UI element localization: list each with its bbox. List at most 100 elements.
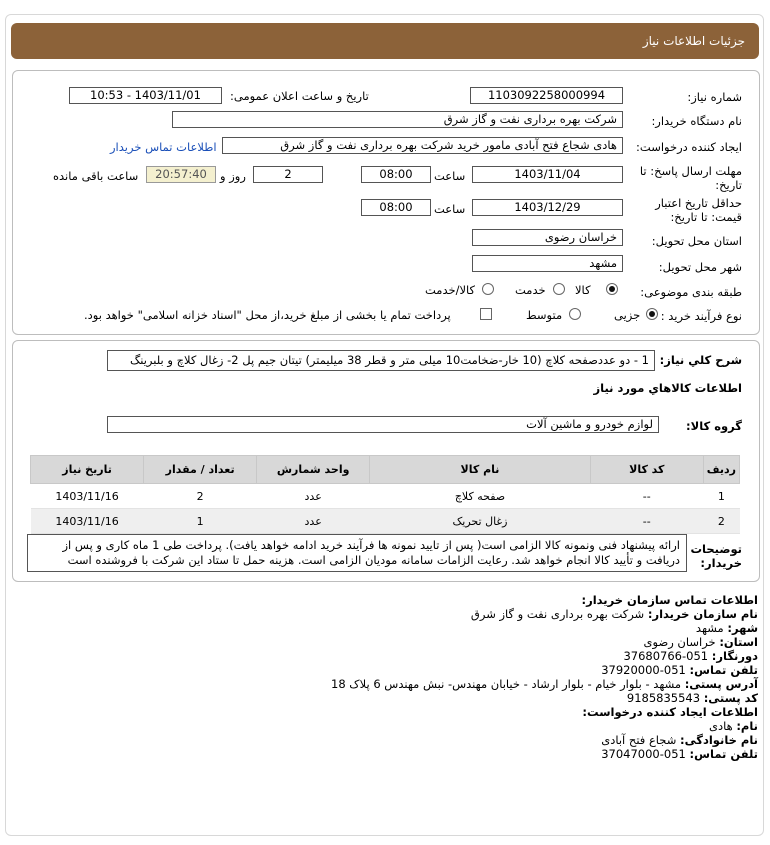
need-number-field: 1103092258000994 xyxy=(470,87,623,104)
need-number-label: شماره نیاز: xyxy=(687,90,742,104)
col-date-header: تاریخ نیاز xyxy=(29,455,145,484)
org-name-label: نام سازمان خریدار: xyxy=(647,607,758,621)
phone-label: تلفن تماس: xyxy=(689,663,758,677)
treasury-text: پرداخت تمام یا بخشی از مبلغ خرید،از محل … xyxy=(84,308,451,322)
creator-family: نام خانوادگی: شجاع فتح آبادی xyxy=(601,733,758,747)
cell-date: 1403/11/16 xyxy=(30,508,144,534)
days-label: روز و xyxy=(220,169,246,183)
deadline-label-2: تاریخ: xyxy=(715,178,742,192)
creator-label: ایجاد کننده درخواست: xyxy=(636,140,742,154)
buyer-field: شرکت بهره برداری نفت و گاز شرق xyxy=(172,111,623,128)
col-name-header: نام کالا xyxy=(369,455,591,484)
contact-org-title: اطلاعات تماس سازمان خریدار: xyxy=(581,593,758,607)
validity-time-field: 08:00 xyxy=(361,199,431,216)
col-qty-header: تعداد / مقدار xyxy=(143,455,258,484)
category-goods-label: کالا xyxy=(575,283,591,297)
deadline-date-field: 1403/11/04 xyxy=(472,166,623,183)
postal-label: کد پستی: xyxy=(703,691,758,705)
table-row: 2 -- زغال تحریک عدد 1 1403/11/16 xyxy=(30,508,740,534)
category-both-label: کالا/خدمت xyxy=(425,283,476,297)
validity-label-1: حداقل تاریخ اعتبار xyxy=(655,196,742,210)
cell-unit: عدد xyxy=(256,508,370,534)
category-radio-goods[interactable] xyxy=(606,283,618,295)
city-label: شهر: xyxy=(727,621,758,635)
category-label: طبقه بندی موضوعی: xyxy=(640,285,742,299)
creator-family-value: شجاع فتح آبادی xyxy=(601,733,677,747)
address-label: آدرس پستی: xyxy=(684,677,758,691)
validity-date-field: 1403/12/29 xyxy=(472,199,623,216)
deadline-label-1: مهلت ارسال پاسخ: تا xyxy=(639,164,742,178)
category-service-label: خدمت xyxy=(515,283,546,297)
org-name-value: شرکت بهره برداری نفت و گاز شرق xyxy=(470,607,645,621)
treasury-checkbox[interactable] xyxy=(480,308,492,320)
process-radio-minor[interactable] xyxy=(646,308,658,320)
cell-row: 2 xyxy=(703,508,740,534)
process-radio-medium[interactable] xyxy=(569,308,581,320)
creator-name-value: هادی xyxy=(708,719,733,733)
deadline-time-label: ساعت xyxy=(434,169,466,183)
cell-code: -- xyxy=(590,508,704,534)
province-label: استان: xyxy=(719,635,758,649)
header-bar: جزئیات اطلاعات نیاز xyxy=(11,23,759,59)
contact-org-name: نام سازمان خریدار: شرکت بهره برداری نفت … xyxy=(471,607,758,621)
description-label: شرح کلي نياز: xyxy=(659,353,742,367)
creator-phone: تلفن تماس: 051-37047000 xyxy=(601,747,758,761)
cell-date: 1403/11/16 xyxy=(30,483,144,509)
remaining-label: ساعت باقی مانده xyxy=(53,169,139,183)
contact-buyer-link[interactable]: اطلاعات تماس خریدار xyxy=(110,140,217,154)
fax-value: 051-37680766 xyxy=(623,649,709,663)
category-radio-service[interactable] xyxy=(553,283,565,295)
contact-province: استان: خراسان رضوی xyxy=(644,635,759,649)
fax-label: دورنگار: xyxy=(711,649,758,663)
province-value: خراسان رضوی xyxy=(643,635,716,649)
creator-phone-label: تلفن تماس: xyxy=(689,747,758,761)
creator-family-label: نام خانوادگی: xyxy=(680,733,758,747)
days-field: 2 xyxy=(253,166,323,183)
creator-name: نام: هادی xyxy=(709,719,758,733)
cell-qty: 1 xyxy=(143,508,257,534)
city-label: شهر محل تحویل: xyxy=(658,260,742,274)
goods-table: ردیف کد کالا نام کالا واحد شمارش تعداد /… xyxy=(29,455,741,534)
announce-label: تاریخ و ساعت اعلان عمومی: xyxy=(230,89,369,103)
city-value: مشهد xyxy=(695,621,724,635)
province-field: خراسان رضوی xyxy=(472,229,623,246)
col-code-header: کد کالا xyxy=(589,455,704,484)
address-value: مشهد - بلوار خیام - بلوار ارشاد - خیابان… xyxy=(331,677,682,691)
cell-name: زغال تحریک xyxy=(369,508,591,534)
cell-qty: 2 xyxy=(143,483,257,509)
process-minor-label: جزیی xyxy=(614,308,641,322)
notes-line-2: دریافت و تأیید کالا انجام خواهد شد. رعای… xyxy=(67,553,680,567)
phone-value: 051-37920000 xyxy=(601,663,686,677)
notes-label-1: توضیحات xyxy=(690,542,743,556)
creator-name-label: نام: xyxy=(736,719,758,733)
announce-field: 1403/11/01 - 10:53 xyxy=(69,87,222,104)
contact-postal: کد پستی: 9185835543 xyxy=(627,691,758,705)
notes-line-1: ارائه پیشنهاد فنی ونمونه کالا الزامی است… xyxy=(62,538,681,552)
validity-time-label: ساعت xyxy=(434,202,466,216)
notes-box: ارائه پیشنهاد فنی ونمونه کالا الزامی است… xyxy=(27,534,687,572)
province-label: استان محل تحویل: xyxy=(651,234,742,248)
cell-row: 1 xyxy=(703,483,740,509)
goods-group-field: لوازم خودرو و ماشین آلات xyxy=(107,416,659,433)
postal-value: 9185835543 xyxy=(626,691,701,705)
col-unit-header: واحد شمارش xyxy=(256,455,371,484)
cell-code: -- xyxy=(590,483,704,509)
goods-info-title: اطلاعات کالاهاي مورد نياز xyxy=(593,381,742,395)
contact-city: شهر: مشهد xyxy=(696,621,758,635)
creator-phone-value: 051-37047000 xyxy=(601,747,686,761)
remaining-time-field: 20:57:40 xyxy=(146,166,216,183)
process-medium-label: متوسط xyxy=(526,308,563,322)
cell-name: صفحه کلاچ xyxy=(369,483,591,509)
contact-fax: دورنگار: 051-37680766 xyxy=(623,649,758,663)
validity-label-2: قیمت: تا تاریخ: xyxy=(670,210,742,224)
goods-group-label: گروه کالا: xyxy=(686,419,742,433)
buyer-label: نام دستگاه خریدار: xyxy=(651,114,742,128)
creator-field: هادی شجاع فتح آبادی مامور خرید شرکت بهره… xyxy=(222,137,623,154)
contact-address: آدرس پستی: مشهد - بلوار خیام - بلوار ارش… xyxy=(331,677,758,691)
cell-unit: عدد xyxy=(256,483,370,509)
notes-label-2: خریدار: xyxy=(700,556,742,570)
category-radio-both[interactable] xyxy=(482,283,494,295)
creator-info-title: اطلاعات ایجاد کننده درخواست: xyxy=(582,705,758,719)
table-row: 1 -- صفحه کلاچ عدد 2 1403/11/16 xyxy=(30,483,740,509)
city-field: مشهد xyxy=(472,255,623,272)
